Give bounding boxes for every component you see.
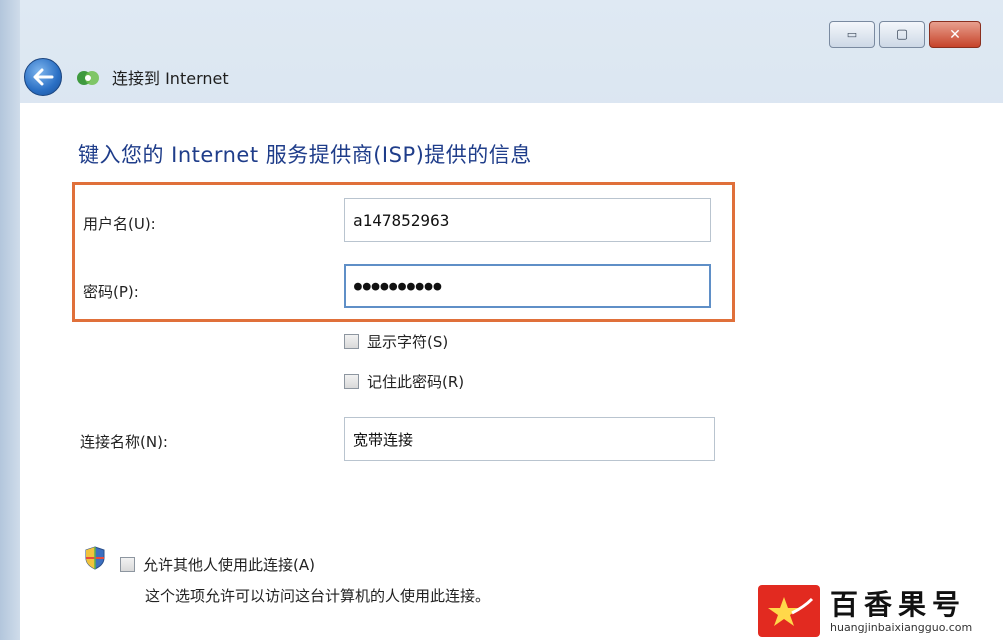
- show-characters-row[interactable]: 显示字符(S): [344, 331, 448, 352]
- minimize-button[interactable]: ▭: [829, 21, 875, 48]
- close-icon: ✕: [949, 26, 961, 43]
- password-label: 密码(P):: [83, 283, 139, 301]
- allow-others-row[interactable]: 允许其他人使用此连接(A): [120, 554, 315, 575]
- watermark-title: 百香果号: [830, 587, 967, 621]
- allow-others-label: 允许其他人使用此连接(A): [143, 556, 315, 574]
- uac-shield-icon: [85, 546, 105, 570]
- show-characters-checkbox[interactable]: [344, 334, 359, 349]
- connection-name-value: 宽带连接: [353, 430, 414, 449]
- allow-others-note: 这个选项允许可以访问这台计算机的人使用此连接。: [145, 587, 491, 605]
- close-button[interactable]: ✕: [929, 21, 981, 48]
- minimize-icon: ▭: [846, 28, 858, 41]
- password-input[interactable]: ●●●●●●●●●●: [344, 264, 711, 308]
- connection-name-label: 连接名称(N):: [80, 433, 168, 451]
- connection-name-input[interactable]: 宽带连接: [344, 417, 715, 461]
- navigation-bar: 连接到 Internet: [20, 53, 1003, 103]
- maximize-button[interactable]: ▢: [879, 21, 925, 48]
- back-button[interactable]: [24, 58, 62, 96]
- watermark-text: 百香果号 huangjinbaixiangguo.com: [830, 587, 973, 634]
- watermark-logo: [758, 585, 820, 637]
- username-label: 用户名(U):: [83, 215, 156, 233]
- remember-password-checkbox[interactable]: [344, 374, 359, 389]
- window-controls: ▭ ▢ ✕: [829, 21, 981, 48]
- remember-password-row[interactable]: 记住此密码(R): [344, 371, 464, 392]
- username-input[interactable]: a147852963: [344, 198, 711, 242]
- username-value: a147852963: [353, 210, 450, 230]
- remember-password-label: 记住此密码(R): [367, 373, 465, 391]
- watermark: 百香果号 huangjinbaixiangguo.com: [756, 582, 1003, 640]
- window-title: 连接到 Internet: [112, 69, 229, 88]
- window-left-border: [0, 0, 20, 640]
- star-logo-icon: [768, 597, 814, 626]
- dialog-content: 键入您的 Internet 服务提供商(ISP)提供的信息 用户名(U): a1…: [20, 103, 1003, 640]
- watermark-url: huangjinbaixiangguo.com: [830, 620, 973, 634]
- maximize-icon: ▢: [895, 27, 909, 42]
- password-value: ●●●●●●●●●●: [354, 278, 443, 294]
- allow-others-checkbox[interactable]: [120, 557, 135, 572]
- back-arrow-icon: [33, 68, 54, 86]
- network-connection-icon: [77, 71, 99, 85]
- show-characters-label: 显示字符(S): [367, 333, 449, 351]
- page-title: 键入您的 Internet 服务提供商(ISP)提供的信息: [78, 143, 532, 167]
